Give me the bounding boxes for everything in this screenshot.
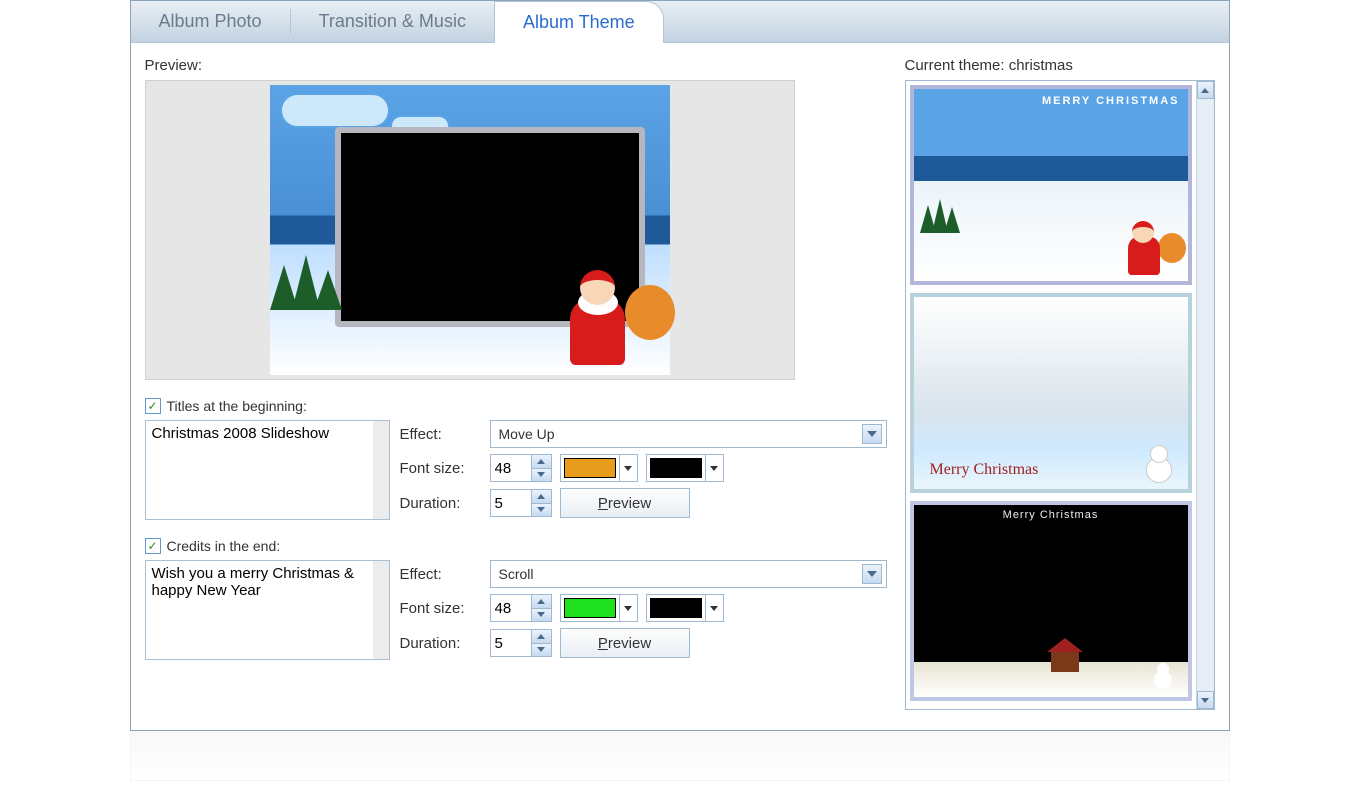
credits-fontsize-label: Font size: xyxy=(400,600,482,617)
credits-text-input[interactable]: Wish you a merry Christmas & happy New Y… xyxy=(145,560,390,660)
reflection-decoration xyxy=(130,731,1230,781)
credits-fontsize-spinner[interactable] xyxy=(490,594,552,622)
credits-checkbox-label: Credits in the end: xyxy=(167,538,281,554)
credits-duration-input[interactable] xyxy=(491,630,531,656)
color-swatch xyxy=(564,458,616,478)
credits-preview-button[interactable]: Preview xyxy=(560,628,690,658)
color-swatch xyxy=(650,598,702,618)
credits-duration-label: Duration: xyxy=(400,635,482,652)
chevron-down-icon xyxy=(619,455,637,481)
titles-text-color-picker[interactable] xyxy=(560,454,638,482)
theme-preview-image xyxy=(270,85,670,375)
spin-down-icon[interactable] xyxy=(531,469,551,482)
theme-caption: Merry Christmas xyxy=(914,509,1188,521)
tree-icon xyxy=(314,270,342,310)
santa-icon xyxy=(1123,215,1178,275)
color-swatch xyxy=(650,458,702,478)
snowman-icon xyxy=(1142,443,1174,483)
credits-effect-label: Effect: xyxy=(400,566,482,583)
scroll-track[interactable] xyxy=(1197,99,1214,691)
titles-fontsize-input[interactable] xyxy=(491,455,531,481)
chevron-down-icon xyxy=(862,424,882,444)
chevron-down-icon xyxy=(619,595,637,621)
left-column: Preview: ✓ Titles at th xyxy=(145,57,887,710)
tab-album-photo[interactable]: Album Photo xyxy=(131,1,290,42)
titles-effect-value: Move Up xyxy=(499,426,555,442)
credits-effect-value: Scroll xyxy=(499,566,534,582)
tree-icon xyxy=(944,207,960,233)
titles-checkbox-label: Titles at the beginning: xyxy=(167,398,307,414)
right-column: Current theme: christmas MERRY CHRISTMAS… xyxy=(905,57,1215,710)
chevron-down-icon xyxy=(705,455,723,481)
titles-effect-dropdown[interactable]: Move Up xyxy=(490,420,887,448)
tab-transition-music[interactable]: Transition & Music xyxy=(291,1,494,42)
theme-item[interactable]: MERRY CHRISTMAS xyxy=(910,85,1192,285)
credits-fontsize-input[interactable] xyxy=(491,595,531,621)
cloud-icon xyxy=(280,93,390,128)
spin-up-icon[interactable] xyxy=(531,490,551,504)
spin-down-icon[interactable] xyxy=(531,644,551,657)
spin-down-icon[interactable] xyxy=(531,504,551,517)
color-swatch xyxy=(564,598,616,618)
titles-duration-label: Duration: xyxy=(400,495,482,512)
theme-list[interactable]: MERRY CHRISTMAS Merry Christmas Merry Ch… xyxy=(906,81,1196,709)
scroll-up-button[interactable] xyxy=(1197,81,1214,99)
titles-checkbox[interactable]: ✓ xyxy=(145,398,161,414)
titles-duration-spinner[interactable] xyxy=(490,489,552,517)
content: Preview: ✓ Titles at th xyxy=(131,43,1229,730)
credits-duration-spinner[interactable] xyxy=(490,629,552,657)
titles-text-input[interactable]: Christmas 2008 Slideshow xyxy=(145,420,390,520)
titles-fontsize-spinner[interactable] xyxy=(490,454,552,482)
scroll-down-button[interactable] xyxy=(1197,691,1214,709)
spin-up-icon[interactable] xyxy=(531,630,551,644)
current-theme-label: Current theme: christmas xyxy=(905,57,1215,74)
theme-caption: Merry Christmas xyxy=(930,461,1039,479)
spin-down-icon[interactable] xyxy=(531,609,551,622)
credits-effect-dropdown[interactable]: Scroll xyxy=(490,560,887,588)
theme-preview-box xyxy=(145,80,795,380)
credits-section: ✓ Credits in the end: Wish you a merry C… xyxy=(145,538,887,660)
preview-label: Preview: xyxy=(145,57,887,74)
chevron-down-icon xyxy=(862,564,882,584)
theme-item[interactable]: Merry Christmas xyxy=(910,293,1192,493)
titles-effect-label: Effect: xyxy=(400,426,482,443)
credits-text-color-picker[interactable] xyxy=(560,594,638,622)
theme-scrollbar[interactable] xyxy=(1196,81,1214,709)
chevron-down-icon xyxy=(705,595,723,621)
album-theme-panel: Album Photo Transition & Music Album The… xyxy=(130,0,1230,731)
house-icon xyxy=(1051,650,1079,672)
snowman-icon xyxy=(1152,659,1174,689)
theme-item[interactable]: Merry Christmas xyxy=(910,501,1192,701)
spin-up-icon[interactable] xyxy=(531,455,551,469)
tab-album-theme[interactable]: Album Theme xyxy=(494,1,664,43)
titles-section: ✓ Titles at the beginning: Christmas 200… xyxy=(145,398,887,520)
titles-fontsize-label: Font size: xyxy=(400,460,482,477)
santa-icon xyxy=(560,255,660,365)
titles-preview-button[interactable]: Preview xyxy=(560,488,690,518)
credits-checkbox[interactable]: ✓ xyxy=(145,538,161,554)
titles-duration-input[interactable] xyxy=(491,490,531,516)
theme-caption: MERRY CHRISTMAS xyxy=(1042,95,1180,107)
titles-bg-color-picker[interactable] xyxy=(646,454,724,482)
tab-bar: Album Photo Transition & Music Album The… xyxy=(131,1,1229,43)
credits-bg-color-picker[interactable] xyxy=(646,594,724,622)
theme-listbox: MERRY CHRISTMAS Merry Christmas Merry Ch… xyxy=(905,80,1215,710)
spin-up-icon[interactable] xyxy=(531,595,551,609)
